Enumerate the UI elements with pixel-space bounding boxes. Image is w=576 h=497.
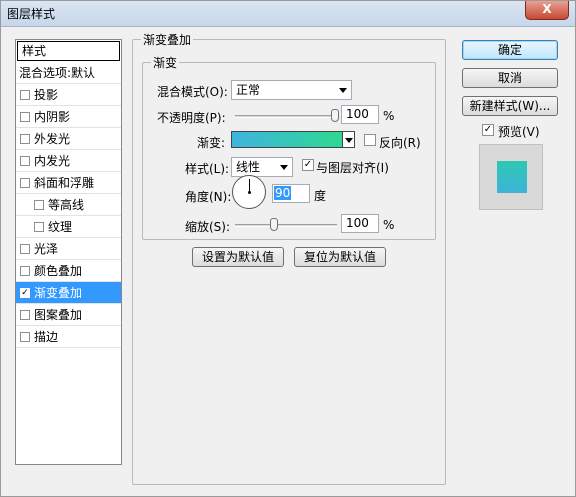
style-item-checkbox[interactable] <box>20 90 30 100</box>
angle-dial-center <box>248 191 251 194</box>
preview-checkbox[interactable]: ✓ <box>482 124 494 136</box>
style-item-label: 等高线 <box>48 198 85 212</box>
gradient-overlay-title: 渐变叠加 <box>141 31 194 48</box>
style-label: 样式(L): <box>185 162 230 176</box>
gradient-swatch[interactable] <box>231 131 343 148</box>
style-item[interactable]: 等高线 <box>16 194 121 216</box>
set-default-button[interactable]: 设置为默认值 <box>192 247 284 267</box>
opacity-slider-thumb[interactable] <box>331 109 339 122</box>
style-item-checkbox[interactable] <box>20 156 30 166</box>
style-item-label: 内发光 <box>34 154 71 168</box>
blend-mode-value: 正常 <box>236 83 261 97</box>
styles-list-items: 混合选项:默认投影内阴影外发光内发光斜面和浮雕等高线纹理光泽颜色叠加 ✓ 渐变叠加图… <box>16 62 121 348</box>
style-item-checkbox[interactable] <box>20 310 30 320</box>
title-bar[interactable]: 图层样式 X <box>1 1 575 27</box>
preview-label: 预览(V) <box>498 125 540 139</box>
style-item[interactable]: ✓ 渐变叠加 <box>16 282 121 304</box>
style-item-checkbox[interactable] <box>34 200 44 210</box>
style-item[interactable]: 内发光 <box>16 150 121 172</box>
opacity-input[interactable]: 100 <box>341 105 379 124</box>
style-item-label: 描边 <box>34 330 59 344</box>
style-item[interactable]: 描边 <box>16 326 121 348</box>
gradient-overlay-group: 渐变叠加 渐变 混合模式(O): 正常 不透明度(P): 100 % 渐变: 反… <box>132 31 446 485</box>
reverse-checkbox[interactable] <box>364 134 376 146</box>
angle-input[interactable]: 90 <box>272 184 310 203</box>
angle-label: 角度(N): <box>185 190 232 204</box>
scale-label: 缩放(S): <box>185 220 231 234</box>
chevron-down-icon <box>339 88 347 93</box>
angle-value: 90 <box>274 186 292 200</box>
gradient-picker-dropdown[interactable] <box>343 131 355 148</box>
scale-input[interactable]: 100 <box>341 214 379 233</box>
reverse-label: 反向(R) <box>379 136 421 150</box>
style-value: 线性 <box>236 160 261 174</box>
window-title: 图层样式 <box>7 7 56 21</box>
style-item-label: 渐变叠加 <box>34 286 83 300</box>
style-item[interactable]: 外发光 <box>16 128 121 150</box>
style-item-label: 图案叠加 <box>34 308 83 322</box>
style-item-label: 光泽 <box>34 242 59 256</box>
style-item[interactable]: 光泽 <box>16 238 121 260</box>
opacity-label: 不透明度(P): <box>157 111 226 125</box>
style-item[interactable]: 纹理 <box>16 216 121 238</box>
close-button[interactable]: X <box>525 1 569 20</box>
blend-mode-label: 混合模式(O): <box>157 85 228 99</box>
style-item-label: 斜面和浮雕 <box>34 176 95 190</box>
style-item-label: 颜色叠加 <box>34 264 83 278</box>
style-item[interactable]: 内阴影 <box>16 106 121 128</box>
chevron-down-icon <box>280 165 288 170</box>
align-with-layer-label: 与图层对齐(I) <box>316 161 389 175</box>
new-style-button[interactable]: 新建样式(W)... <box>462 96 558 116</box>
style-item[interactable]: 斜面和浮雕 <box>16 172 121 194</box>
style-item-label: 纹理 <box>48 220 73 234</box>
reset-default-button[interactable]: 复位为默认值 <box>294 247 386 267</box>
style-item-label: 内阴影 <box>34 110 71 124</box>
style-item-checkbox[interactable] <box>20 178 30 188</box>
angle-unit: 度 <box>314 189 327 203</box>
style-item-checkbox[interactable] <box>20 332 30 342</box>
blend-mode-select[interactable]: 正常 <box>231 80 352 100</box>
style-item-label: 混合选项:默认 <box>19 66 96 80</box>
style-item[interactable]: 混合选项:默认 <box>16 62 121 84</box>
gradient-label: 渐变: <box>197 136 226 150</box>
style-item-checkbox[interactable] <box>20 244 30 254</box>
style-item[interactable]: 颜色叠加 <box>16 260 121 282</box>
scale-unit: % <box>383 218 395 232</box>
style-item[interactable]: 投影 <box>16 84 121 106</box>
gradient-subgroup: 渐变 混合模式(O): 正常 不透明度(P): 100 % 渐变: 反向(R) … <box>142 54 436 240</box>
layer-style-dialog: 图层样式 X 样式 混合选项:默认投影内阴影外发光内发光斜面和浮雕等高线纹理光泽… <box>0 0 576 497</box>
preview-swatch <box>497 161 527 193</box>
style-item-checkbox[interactable] <box>20 134 30 144</box>
style-preview <box>479 144 543 210</box>
dialog-client: 样式 混合选项:默认 投影 内阴影 外发光 内发光 斜面和浮雕 等高线 纹理 光泽 颜色叠加 ✓ 渐变… <box>9 31 569 491</box>
style-select[interactable]: 线性 <box>231 157 293 177</box>
style-item[interactable]: 图案叠加 <box>16 304 121 326</box>
styles-list: 样式 混合选项:默认投影内阴影外发光内发光斜面和浮雕等高线纹理光泽颜色叠加 ✓ 渐变… <box>15 39 122 465</box>
scale-slider-thumb[interactable] <box>269 218 278 231</box>
styles-list-header[interactable]: 样式 <box>17 41 120 61</box>
style-item-checkbox[interactable]: ✓ <box>20 288 30 298</box>
opacity-unit: % <box>383 109 395 123</box>
angle-dial[interactable] <box>232 175 266 209</box>
style-item-checkbox[interactable] <box>34 222 44 232</box>
gradient-subgroup-title: 渐变 <box>151 54 180 71</box>
ok-button[interactable]: 确定 <box>462 40 558 60</box>
align-with-layer-checkbox[interactable]: ✓ <box>302 159 314 171</box>
scale-slider-track[interactable] <box>235 224 337 227</box>
style-item-checkbox[interactable] <box>20 112 30 122</box>
style-item-label: 投影 <box>34 88 59 102</box>
opacity-slider-track[interactable] <box>235 115 337 118</box>
style-item-label: 外发光 <box>34 132 71 146</box>
cancel-button[interactable]: 取消 <box>462 68 558 88</box>
style-item-checkbox[interactable] <box>20 266 30 276</box>
